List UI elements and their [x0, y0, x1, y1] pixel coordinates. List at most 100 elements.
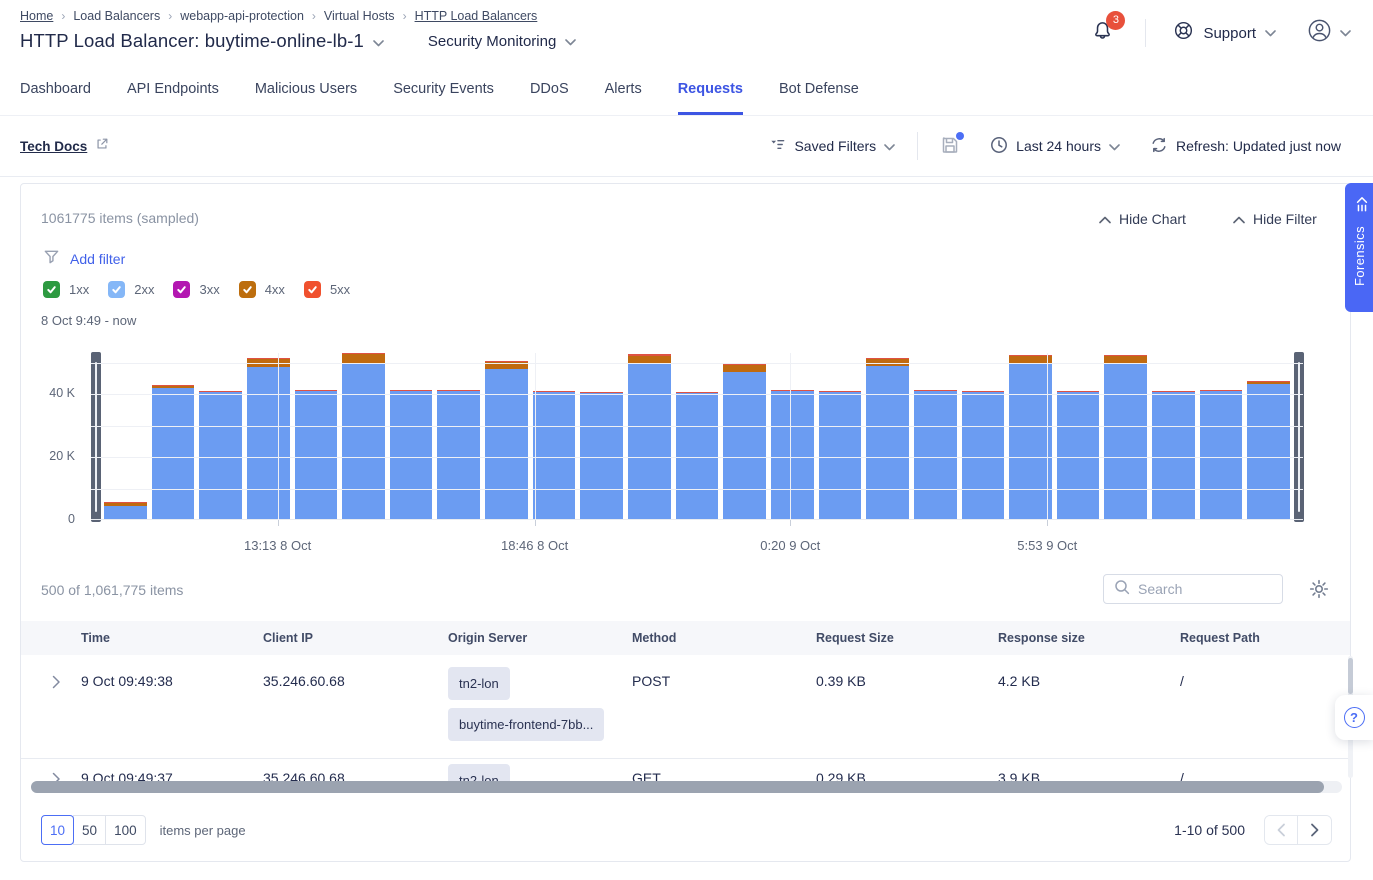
checkbox-4xx[interactable]	[239, 281, 256, 298]
notifications-button[interactable]: 3	[1091, 19, 1114, 48]
tab-security-events[interactable]: Security Events	[393, 64, 494, 115]
gridline-vertical	[278, 353, 279, 520]
chart-plot-area	[91, 353, 1303, 520]
checkbox-3xx[interactable]	[173, 281, 190, 298]
breadcrumb-item[interactable]: HTTP Load Balancers	[415, 9, 538, 23]
status-toggle-2xx[interactable]: 2xx	[108, 281, 154, 298]
status-toggle-3xx[interactable]: 3xx	[173, 281, 219, 298]
add-filter-button[interactable]: Add filter	[43, 248, 125, 270]
page-size-10[interactable]: 10	[41, 815, 74, 845]
collapse-panel-icon	[1349, 197, 1369, 212]
breadcrumb-item: Load Balancers	[73, 9, 160, 23]
bar-segment-2xx	[152, 388, 195, 520]
saved-filters-dropdown[interactable]: Saved Filters	[769, 136, 895, 156]
breadcrumb-item: webapp-api-protection	[180, 9, 304, 23]
column-header-method[interactable]: Method	[632, 631, 816, 645]
cell-request-size: 0.29 KB	[816, 769, 998, 781]
table-settings-button[interactable]	[1309, 579, 1329, 604]
checkbox-1xx[interactable]	[43, 281, 60, 298]
breadcrumb-item: Virtual Hosts	[324, 9, 395, 23]
bar-segment-2xx	[1057, 392, 1100, 520]
filter-lines-icon	[769, 136, 786, 156]
refresh-button[interactable]: Refresh: Updated just now	[1150, 136, 1341, 157]
row-expander-icon[interactable]	[41, 769, 81, 781]
column-header-time[interactable]: Time	[81, 631, 263, 645]
chart-time-span: 8 Oct 9:49 - now	[41, 313, 136, 328]
next-page-button[interactable]	[1298, 816, 1331, 844]
breadcrumb-item[interactable]: Home	[20, 9, 53, 23]
previous-page-button[interactable]	[1265, 816, 1298, 844]
gridline-horizontal	[91, 489, 1303, 490]
column-header-origin-server[interactable]: Origin Server	[448, 631, 632, 645]
tab-malicious-users[interactable]: Malicious Users	[255, 64, 357, 115]
horizontal-scrollbar-thumb[interactable]	[31, 781, 1324, 793]
table-row[interactable]: 9 Oct 09:49:3835.246.60.68tn2-lonbuytime…	[21, 655, 1350, 759]
page-size-50[interactable]: 50	[73, 815, 106, 845]
brush-handle-right[interactable]	[1294, 352, 1304, 522]
header-divider	[1145, 19, 1146, 47]
cell-request-size: 0.39 KB	[816, 672, 998, 758]
tab-bot-defense[interactable]: Bot Defense	[779, 64, 859, 115]
tab-requests[interactable]: Requests	[678, 64, 743, 115]
support-icon	[1173, 20, 1194, 46]
chevron-down-icon	[1340, 24, 1351, 42]
tab-api-endpoints[interactable]: API Endpoints	[127, 64, 219, 115]
chart-bar	[1009, 353, 1052, 520]
status-toggle-1xx[interactable]: 1xx	[43, 281, 89, 298]
chart-bar	[485, 353, 528, 520]
chart-bar	[152, 353, 195, 520]
table-search[interactable]	[1103, 574, 1283, 604]
status-toggle-label: 2xx	[134, 282, 154, 297]
chevron-down-icon	[1109, 138, 1120, 154]
tab-alerts[interactable]: Alerts	[605, 64, 642, 115]
time-range-dropdown[interactable]: Last 24 hours	[990, 136, 1120, 157]
x-axis-label: 5:53 9 Oct	[1017, 538, 1077, 553]
brush-handle-left[interactable]	[91, 352, 101, 522]
bar-segment-2xx	[295, 391, 338, 520]
app-header: Home › Load Balancers › webapp-api-protectio…	[0, 0, 1373, 64]
account-menu[interactable]	[1306, 17, 1351, 49]
bar-segment-2xx	[914, 391, 957, 520]
breadcrumb-separator: ›	[168, 9, 172, 23]
bar-segment-2xx	[819, 392, 862, 520]
vertical-scrollbar-thumb[interactable]	[1348, 658, 1353, 694]
table-row[interactable]: 9 Oct 09:49:3735.246.60.68tn2-lonGET0.29…	[21, 759, 1350, 781]
column-header-request-path[interactable]: Request Path	[1180, 631, 1350, 645]
save-filter-button[interactable]	[940, 135, 960, 158]
cell-time: 9 Oct 09:49:37	[81, 769, 263, 781]
tech-docs-link[interactable]: Tech Docs	[20, 137, 109, 156]
tab-ddos[interactable]: DDoS	[530, 64, 569, 115]
page-size-100[interactable]: 100	[105, 815, 146, 845]
hide-chart-button[interactable]: Hide Chart	[1099, 211, 1186, 227]
checkbox-5xx[interactable]	[304, 281, 321, 298]
search-input[interactable]	[1138, 581, 1258, 597]
chart-bar	[723, 353, 766, 520]
tab-dashboard[interactable]: Dashboard	[20, 64, 91, 115]
support-menu[interactable]: Support	[1173, 20, 1276, 46]
cell-response-size: 4.2 KB	[998, 672, 1180, 758]
hide-filter-button[interactable]: Hide Filter	[1233, 211, 1317, 227]
checkbox-2xx[interactable]	[108, 281, 125, 298]
avatar-icon	[1306, 17, 1333, 49]
x-axis-label: 0:20 9 Oct	[760, 538, 820, 553]
row-expander-icon[interactable]	[41, 672, 81, 758]
chart-bar	[295, 353, 338, 520]
chart-bar	[1200, 353, 1243, 520]
status-toggle-4xx[interactable]: 4xx	[239, 281, 285, 298]
help-button[interactable]: ?	[1335, 695, 1373, 740]
column-header-client-ip[interactable]: Client IP	[263, 631, 448, 645]
context-selector[interactable]: Security Monitoring	[428, 33, 576, 50]
chart-bar	[676, 353, 719, 520]
table-summary: 500 of 1,061,775 items	[41, 582, 183, 598]
bar-segment-2xx	[1152, 392, 1195, 520]
status-toggle-5xx[interactable]: 5xx	[304, 281, 350, 298]
chart-bar	[199, 353, 242, 520]
column-header-request-size[interactable]: Request Size	[816, 631, 998, 645]
horizontal-scrollbar[interactable]	[31, 781, 1342, 793]
y-axis-label: 40 K	[21, 386, 75, 400]
page-title-dropdown[interactable]: HTTP Load Balancer: buytime-online-lb-1	[20, 30, 384, 52]
breadcrumb-separator: ›	[312, 9, 316, 23]
chevron-down-icon	[373, 30, 384, 52]
forensics-side-tab[interactable]: Forensics	[1345, 183, 1373, 312]
column-header-response-size[interactable]: Response size	[998, 631, 1180, 645]
